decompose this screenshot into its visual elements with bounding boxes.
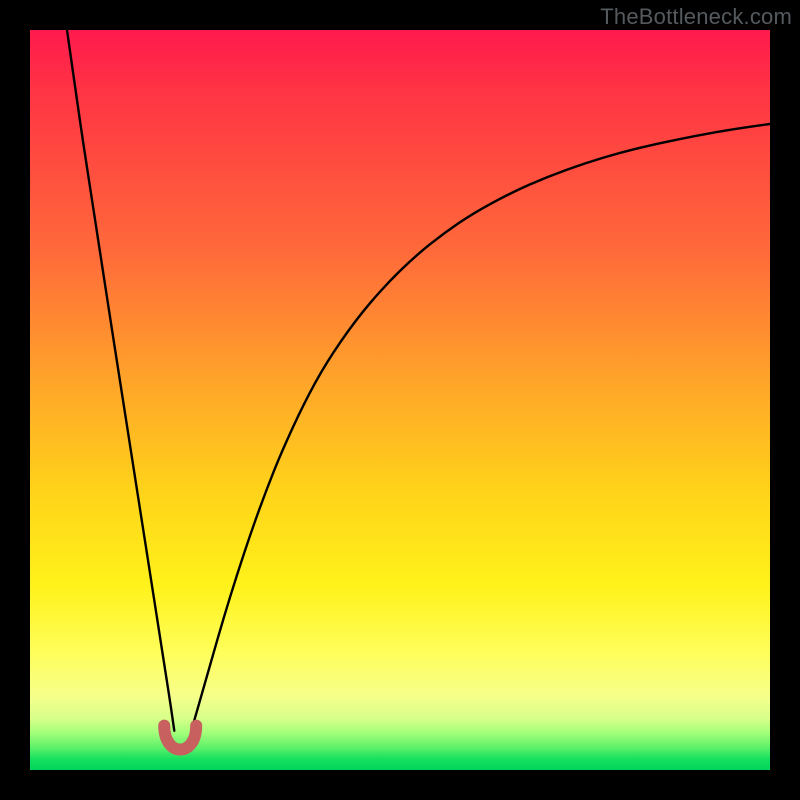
plot-area <box>30 30 770 770</box>
chart-frame: TheBottleneck.com <box>0 0 800 800</box>
curve-right-branch <box>193 124 770 726</box>
curve-left-branch <box>67 30 174 731</box>
cusp-marker <box>164 726 196 750</box>
curve-layer <box>30 30 770 770</box>
watermark-text: TheBottleneck.com <box>600 4 792 30</box>
